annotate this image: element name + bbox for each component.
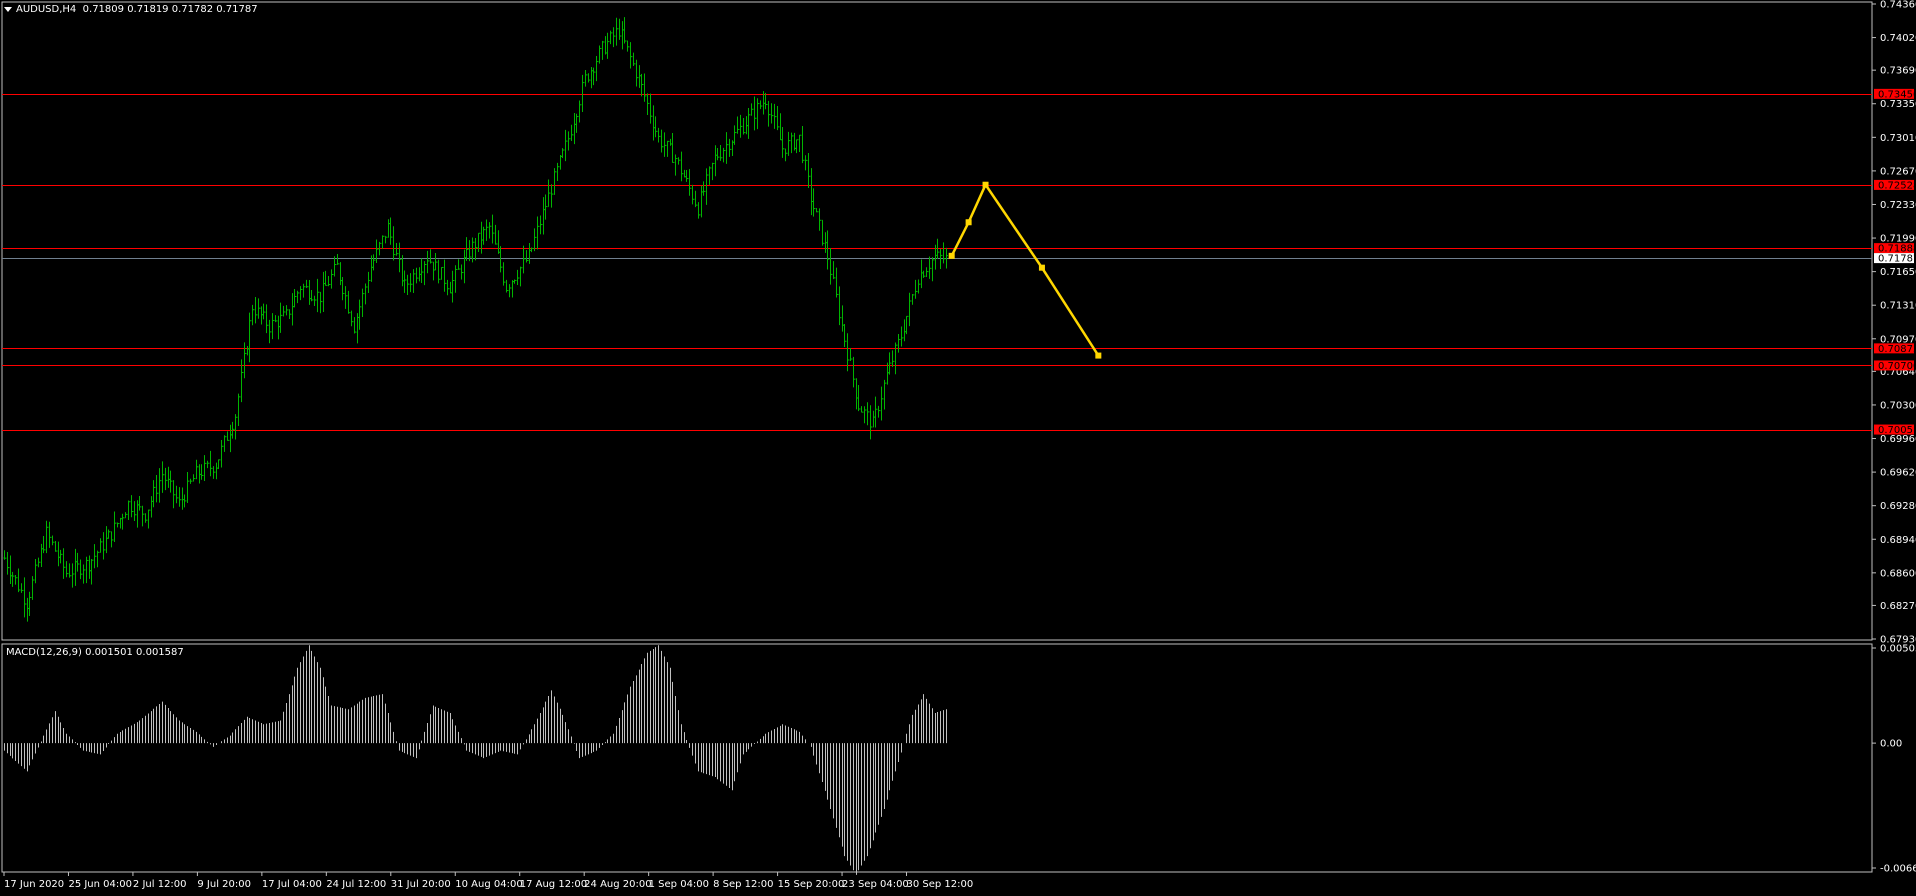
time-tick-label: 17 Jul 04:00 [262,879,322,890]
level-price-label: 0.70873 [1878,344,1916,355]
forecast-point[interactable] [1095,352,1102,359]
time-tick-label: 8 Sep 12:00 [713,879,773,890]
price-tick-label: 0.71650 [1880,267,1916,278]
price-tick-label: 0.69620 [1880,468,1916,479]
price-tick-label: 0.73010 [1880,133,1916,144]
price-tick-label: 0.68270 [1880,601,1916,612]
time-tick-label: 24 Jul 12:00 [326,879,386,890]
time-tick-label: 24 Aug 20:00 [584,879,651,890]
time-tick-label: 30 Sep 12:00 [907,879,974,890]
forecast-point[interactable] [948,252,955,259]
current-price-label: 0.71787 [1878,254,1916,265]
chart-background [0,0,1916,896]
time-tick-label: 25 Jun 04:00 [68,879,132,890]
forecast-point[interactable] [1038,264,1045,271]
time-tick-label: 17 Aug 12:00 [520,879,587,890]
time-tick-label: 23 Sep 04:00 [842,879,909,890]
symbol-header: AUDUSD,H4 0.71809 0.71819 0.71782 0.7178… [4,4,258,15]
ohlc-values: 0.71809 0.71819 0.71782 0.71787 [82,4,258,15]
price-tick-label: 0.73690 [1880,66,1916,77]
time-tick-label: 15 Sep 20:00 [778,879,845,890]
level-price-label: 0.70700 [1878,361,1916,372]
time-tick-label: 9 Jul 20:00 [197,879,251,890]
level-price-label: 0.70051 [1878,425,1916,436]
price-tick-label: 0.70300 [1880,400,1916,411]
trading-chart[interactable]: 0.74360 0.74020 0.73690 0.73350 0.73010 0.726… [0,0,1916,896]
price-tick-label: 0.74020 [1880,33,1916,44]
time-tick-label: 2 Jul 12:00 [133,879,187,890]
macd-values: 0.001501 0.001587 [85,647,184,658]
price-tick-label: 0.72330 [1880,200,1916,211]
price-tick-label: 0.71310 [1880,301,1916,312]
price-tick-label: 0.72670 [1880,166,1916,177]
price-tick-label: 0.68600 [1880,568,1916,579]
price-tick-label: 0.68940 [1880,535,1916,546]
macd-title: MACD(12,26,9) [6,647,82,658]
time-tick-label: 31 Jul 20:00 [391,879,451,890]
time-tick-label: 1 Sep 04:00 [649,879,709,890]
level-price-label: 0.73450 [1878,89,1916,100]
level-price-label: 0.72528 [1878,180,1916,191]
time-tick-label: 17 Jun 2020 [4,879,64,890]
macd-tick-label: -0.006632 [1880,864,1916,875]
macd-header: MACD(12,26,9) 0.001501 0.001587 [6,647,184,658]
price-tick-label: 0.69280 [1880,501,1916,512]
symbol-timeframe: AUDUSD,H4 [16,4,77,15]
macd-tick-label: 0.005051 [1880,644,1916,655]
price-tick-label: 0.73350 [1880,99,1916,110]
price-tick-label: 0.74360 [1880,0,1916,11]
forecast-point[interactable] [965,219,972,226]
time-tick-label: 10 Aug 04:00 [455,879,522,890]
macd-tick-label: 0.00 [1880,739,1902,750]
forecast-point[interactable] [982,181,989,188]
collapse-triangle-icon[interactable] [4,6,12,12]
